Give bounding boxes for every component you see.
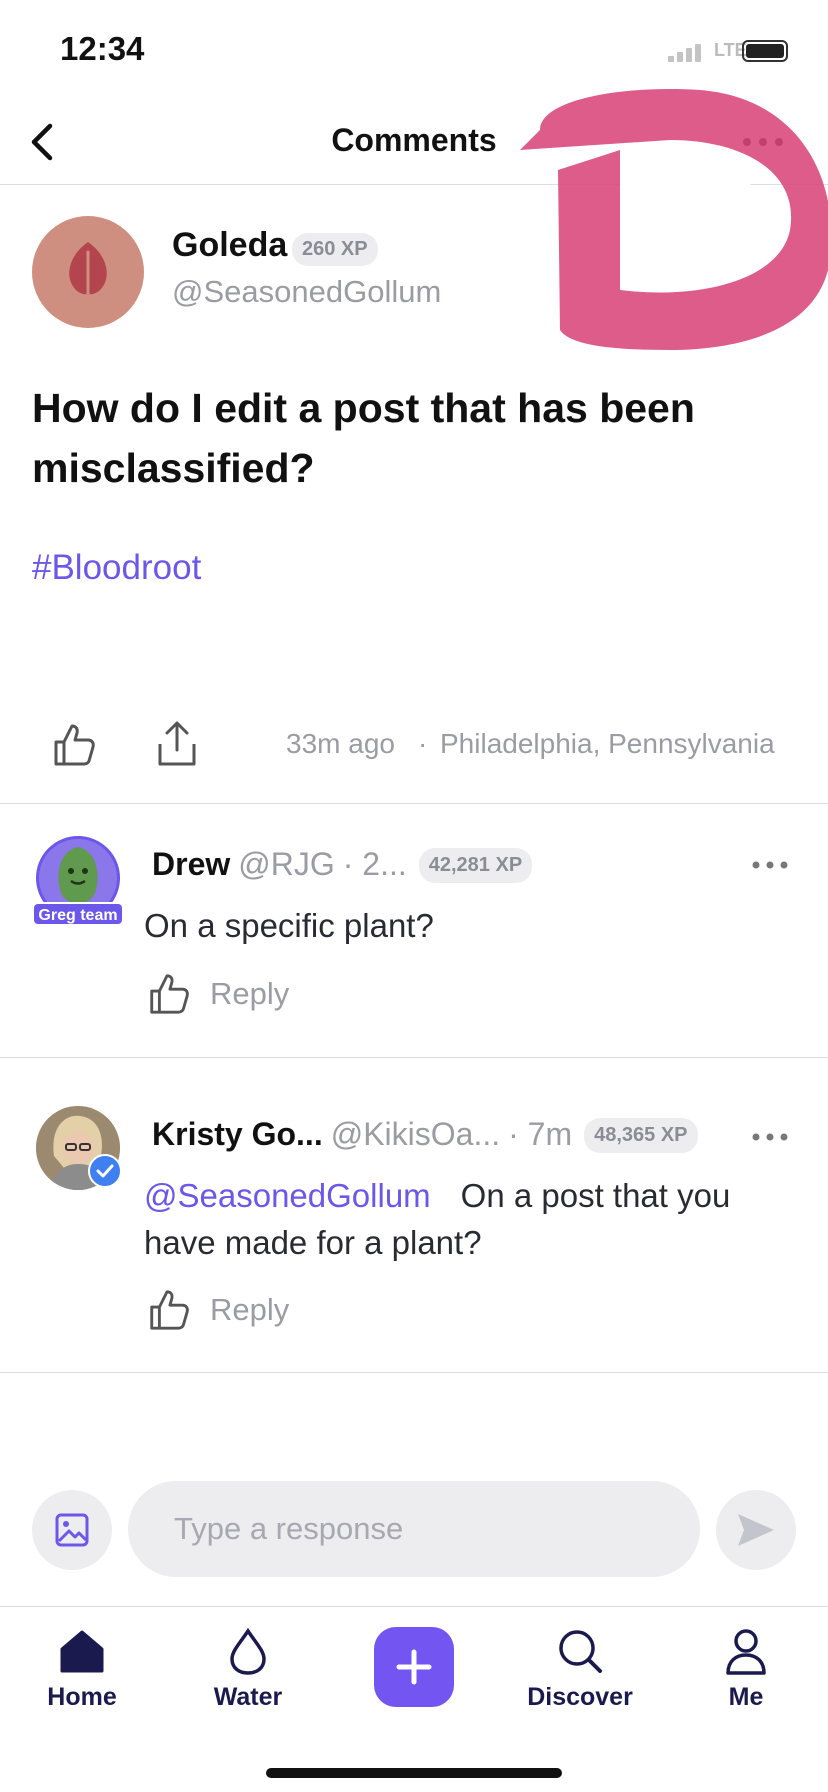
comment: Kristy Go... @KikisOa... · 7m 48,365 XP @Se… bbox=[0, 1058, 828, 1373]
post-location: Philadelphia, Pennsylvania bbox=[440, 728, 775, 759]
send-button[interactable] bbox=[716, 1490, 796, 1570]
xp-badge: 42,281 XP bbox=[418, 848, 533, 883]
home-indicator bbox=[266, 1768, 562, 1778]
commenter-handle[interactable]: @RJG bbox=[238, 846, 334, 882]
tab-water[interactable]: Water bbox=[178, 1627, 318, 1737]
home-icon bbox=[60, 1630, 104, 1673]
author-name[interactable]: Goleda bbox=[172, 226, 287, 265]
response-input[interactable] bbox=[128, 1481, 700, 1577]
mention-link[interactable]: @SeasonedGollum bbox=[144, 1177, 431, 1214]
comment-time: · 7m bbox=[508, 1116, 573, 1152]
tab-me[interactable]: Me bbox=[676, 1627, 816, 1737]
status-time: 12:34 bbox=[60, 30, 145, 67]
comments-header: Comments bbox=[0, 100, 828, 185]
comment-more-icon[interactable] bbox=[750, 858, 790, 872]
tab-label: Me bbox=[728, 1683, 764, 1711]
response-composer bbox=[0, 1480, 828, 1580]
water-drop-icon bbox=[230, 1627, 266, 1675]
meta-separator: · bbox=[418, 728, 428, 759]
hashtag-link[interactable]: #Bloodroot bbox=[32, 548, 201, 588]
image-icon bbox=[55, 1513, 89, 1547]
tab-label: Home bbox=[47, 1683, 117, 1711]
xp-badge: 260 XP bbox=[292, 233, 378, 266]
page-title: Comments bbox=[331, 122, 497, 158]
comment-meta: Kristy Go... @KikisOa... · 7m 48,365 XP bbox=[152, 1116, 698, 1153]
post-time: 33m ago bbox=[286, 728, 395, 759]
share-icon[interactable] bbox=[154, 720, 200, 768]
plus-icon bbox=[396, 1649, 432, 1685]
post-question: How do I edit a post that has been miscl… bbox=[32, 385, 695, 491]
reply-label[interactable]: Reply bbox=[210, 1292, 289, 1328]
like-icon[interactable] bbox=[146, 1286, 190, 1332]
send-icon bbox=[738, 1514, 774, 1546]
battery-icon bbox=[742, 40, 788, 62]
add-button[interactable] bbox=[374, 1627, 454, 1707]
tab-bar: Home Water Discover Me bbox=[0, 1606, 828, 1792]
author-handle[interactable]: @SeasonedGollum bbox=[172, 274, 441, 310]
comment-text: On a specific plant? bbox=[144, 902, 784, 949]
comment-text: @SeasonedGollum On a post that you have m… bbox=[144, 1172, 784, 1266]
team-badge: Greg team bbox=[32, 902, 124, 926]
signal-icon bbox=[668, 42, 708, 62]
more-options-icon[interactable] bbox=[738, 130, 788, 154]
comment: Greg team Drew @RJG · 2... 42,281 XP On a s… bbox=[0, 806, 828, 1058]
person-icon bbox=[726, 1629, 766, 1675]
tab-label: Water bbox=[213, 1683, 283, 1711]
reply-label[interactable]: Reply bbox=[210, 976, 289, 1012]
comment-meta: Drew @RJG · 2... 42,281 XP bbox=[152, 846, 533, 883]
verified-icon bbox=[88, 1154, 122, 1188]
commenter-name[interactable]: Kristy Go... bbox=[152, 1116, 323, 1152]
commenter-name[interactable]: Drew bbox=[152, 846, 230, 882]
tab-home[interactable]: Home bbox=[12, 1627, 152, 1737]
post-actions: 33m ago · Philadelphia, Pennsylvania bbox=[0, 720, 828, 790]
search-icon bbox=[559, 1630, 602, 1673]
comment-more-icon[interactable] bbox=[750, 1130, 790, 1144]
like-icon[interactable] bbox=[146, 970, 190, 1016]
attach-photo-button[interactable] bbox=[32, 1490, 112, 1570]
xp-badge: 48,365 XP bbox=[584, 1118, 698, 1153]
like-icon[interactable] bbox=[50, 720, 96, 768]
post: Goleda 260 XP @SeasonedGollum How do I e… bbox=[0, 186, 828, 804]
leaf-icon bbox=[69, 242, 107, 306]
avatar[interactable] bbox=[32, 216, 144, 328]
tab-discover[interactable]: Discover bbox=[510, 1627, 650, 1737]
comment-body: On a specific plant? bbox=[144, 907, 434, 944]
tab-label: Discover bbox=[527, 1683, 633, 1711]
comment-time: · 2... bbox=[342, 846, 407, 882]
status-bar: 12:34 LTE bbox=[0, 0, 828, 100]
status-icons: LTE bbox=[668, 38, 788, 62]
commenter-handle[interactable]: @KikisOa... bbox=[331, 1116, 500, 1152]
